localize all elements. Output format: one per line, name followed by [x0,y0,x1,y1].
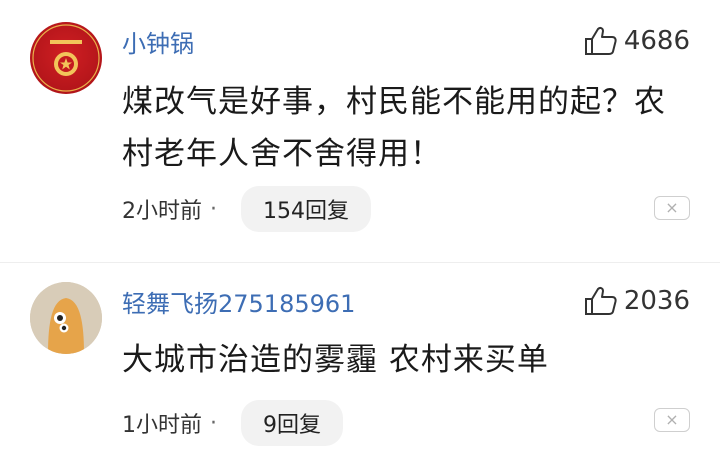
thumbs-up-icon [584,26,617,55]
cartoon-face-icon [30,282,102,354]
comment-text-line: 煤改气是好事，村民能不能用的起？农 [122,84,666,120]
close-icon: × [665,410,679,429]
comment-text-line: 村老年人舍不舍得用！ [122,136,442,172]
username[interactable]: 小钟锅 [122,24,194,59]
timestamp: 1小时前 [122,413,202,438]
reply-count-button[interactable]: 154回复 [241,186,371,232]
seal-emblem-icon [32,24,100,92]
close-button[interactable]: × [654,196,690,220]
comment-text-line: 大城市治造的雾霾 农村来买单 [122,342,549,378]
like-counter[interactable]: 2036 [584,286,690,316]
separator-dot: · [210,410,217,436]
thumbs-up-icon [584,286,617,315]
comment-meta: 1小时前 · 9回复 [122,400,343,446]
comment-meta: 2小时前 · 154回复 [122,186,371,232]
separator-dot: · [210,196,217,222]
timestamp: 2小时前 [122,199,202,224]
like-count: 2036 [623,286,690,316]
like-counter[interactable]: 4686 [584,26,690,56]
avatar[interactable] [30,22,102,94]
username[interactable]: 轻舞飞扬275185961 [122,284,355,319]
reply-count-button[interactable]: 9回复 [241,400,343,446]
avatar[interactable] [30,282,102,354]
comment-item: 轻舞飞扬275185961 2036 大城市治造的雾霾 农村来买单 1小时前 ·… [0,262,720,463]
comment-text: 煤改气是好事，村民能不能用的起？农 村老年人舍不舍得用！ [122,76,682,180]
close-icon: × [665,198,679,217]
comment-item: 小钟锅 4686 煤改气是好事，村民能不能用的起？农 村老年人舍不舍得用！ 2小… [0,0,720,262]
like-count: 4686 [623,26,690,56]
close-button[interactable]: × [654,408,690,432]
comment-text: 大城市治造的雾霾 农村来买单 [122,334,682,386]
